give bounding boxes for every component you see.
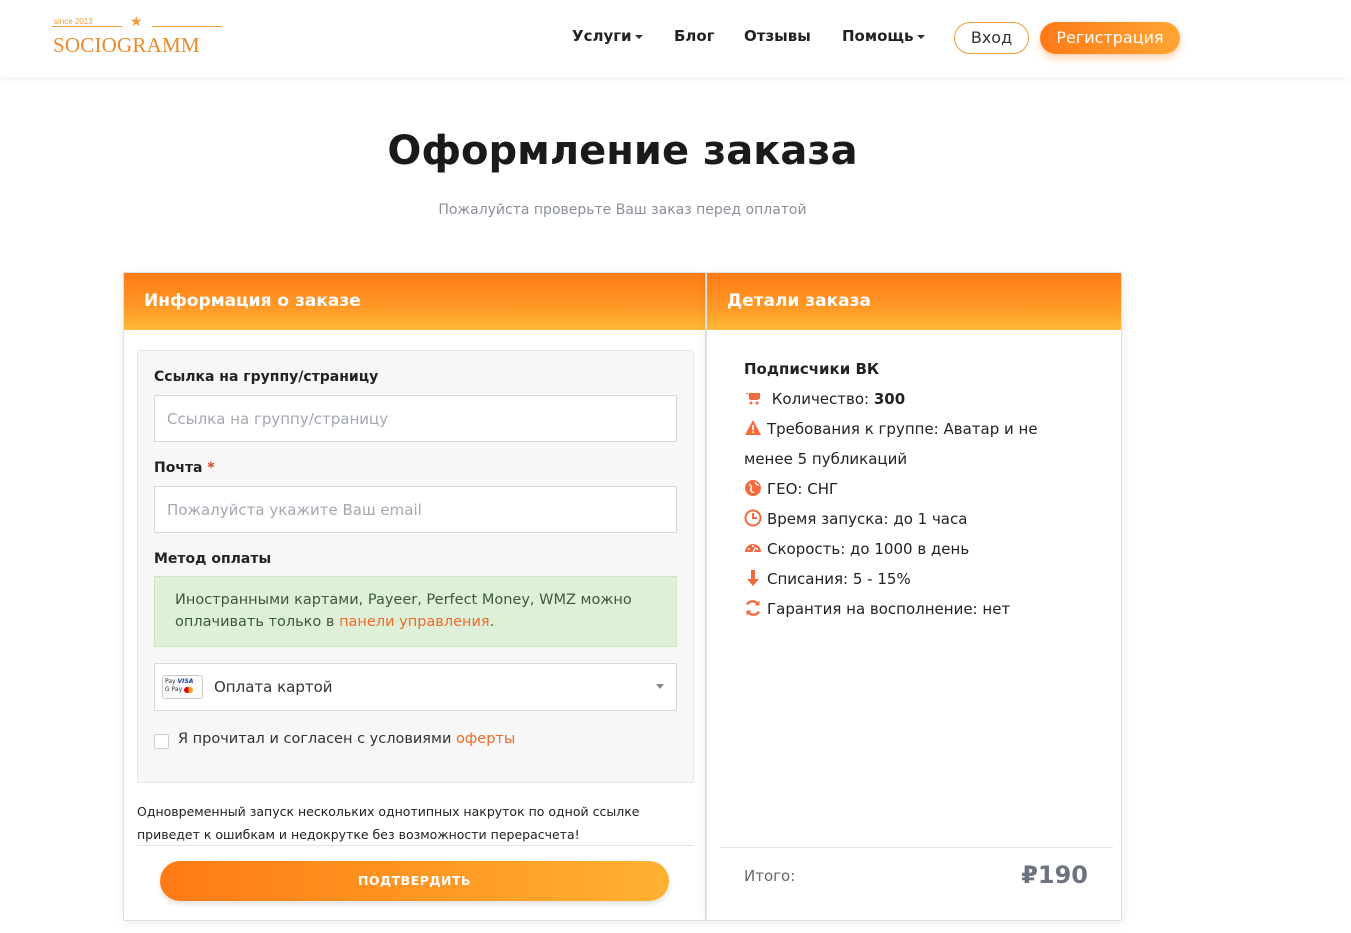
register-button[interactable]: Регистрация [1040,22,1180,54]
quantity-label: Количество: [771,390,870,408]
divider [137,845,694,846]
nav-help[interactable]: Помощь [842,27,925,45]
detail-start-time: Время запуска: до 1 часа [744,504,1074,534]
clock-icon [744,509,762,527]
speedometer-icon [745,544,761,553]
total-label: Итого: [744,867,796,885]
requirements-text: Требования к группе: Аватар и не менее 5… [744,420,1038,468]
service-name: Подписчики ВК [744,360,880,378]
warning-icon [745,420,761,435]
refresh-icon [745,600,761,616]
email-input[interactable] [154,486,677,533]
required-mark: * [207,460,215,476]
geo-text: ГЕО: СНГ [767,480,839,498]
email-label: Почта * [154,460,215,476]
nav-help-label: Помощь [842,27,914,45]
chevron-down-icon [656,684,664,689]
order-form: Ссылка на группу/страницу Почта * Метод … [137,350,694,783]
total-value: ₽190 [1021,861,1088,889]
cart-icon [745,393,760,405]
site-header: since 2013 ★ SOCIOGRAMM Услуги Блог Отзы… [0,0,1351,77]
nav-blog[interactable]: Блог [674,27,715,45]
payment-selected-value: Оплата картой [214,678,333,696]
email-label-text: Почта [154,460,203,476]
page-title: Оформление заказа [387,128,858,174]
globe-icon [745,480,761,496]
logo[interactable]: since 2013 ★ SOCIOGRAMM [52,14,224,60]
detail-requirements: Требования к группе: Аватар и не менее 5… [744,414,1074,474]
divider [720,847,1113,848]
login-button[interactable]: Вход [954,22,1029,54]
quantity-value: 300 [873,390,906,408]
nav-services-label: Услуги [572,27,632,45]
detail-quantity: Количество: 300 [744,384,1074,414]
apple-pay-text: Pay [165,678,176,685]
arrow-down-icon [747,570,759,586]
chevron-down-icon [916,34,925,39]
payment-method-select[interactable]: Pay VISA G Pay Оплата картой [154,663,677,711]
logo-since: since 2013 [54,17,93,26]
alert-end: . [489,614,495,630]
order-info-card: Информация о заказе Ссылка на группу/стр… [123,272,706,921]
payment-method-label: Метод оплаты [154,551,272,567]
confirm-button[interactable]: ПОДТВЕРДИТЬ [160,861,669,901]
dashboard-link[interactable]: панели управления [339,614,490,630]
payment-cards-icon: Pay VISA G Pay [162,675,203,699]
nav-blog-label: Блог [674,27,715,45]
nav-services[interactable]: Услуги [572,27,643,45]
detail-geo: ГЕО: СНГ [744,474,1074,504]
payment-alert: Иностранными картами, Payeer, Perfect Mo… [154,576,677,647]
speed-text: Скорость: до 1000 в день [767,540,970,558]
link-label: Ссылка на группу/страницу [154,369,379,385]
order-details-heading: Детали заказа [707,273,1121,330]
chevron-down-icon [634,34,643,39]
detail-guarantee: Гарантия на восполнение: нет [744,594,1074,624]
link-input[interactable] [154,395,677,442]
logo-line-left [52,26,122,27]
detail-speed: Скорость: до 1000 в день [744,534,1074,564]
drop-text: Списания: 5 - 15% [767,570,911,588]
offer-link[interactable]: оферты [456,731,515,747]
start-time-text: Время запуска: до 1 часа [767,510,968,528]
mastercard-icon [184,686,194,693]
nav-reviews-label: Отзывы [744,27,811,45]
agree-checkbox[interactable] [154,734,169,749]
visa-text: VISA [177,678,194,685]
nav-reviews[interactable]: Отзывы [744,27,811,45]
star-icon: ★ [130,14,143,30]
logo-text: SOCIOGRAMM [53,33,200,57]
google-pay-text: G Pay [165,686,183,693]
logo-line-right [152,26,222,27]
guarantee-text: Гарантия на восполнение: нет [767,600,1011,618]
detail-drop: Списания: 5 - 15% [744,564,1074,594]
order-details-card: Детали заказа Подписчики ВК Количество: … [706,272,1122,921]
agree-text: Я прочитал и согласен с условиями [178,731,457,747]
agree-label: Я прочитал и согласен с условиями оферты [178,731,515,747]
page-subtitle: Пожалуйста проверьте Ваш заказ перед опл… [438,202,807,218]
duplicate-warning: Одновременный запуск нескольких однотипн… [137,804,640,842]
order-info-heading: Информация о заказе [124,273,705,330]
